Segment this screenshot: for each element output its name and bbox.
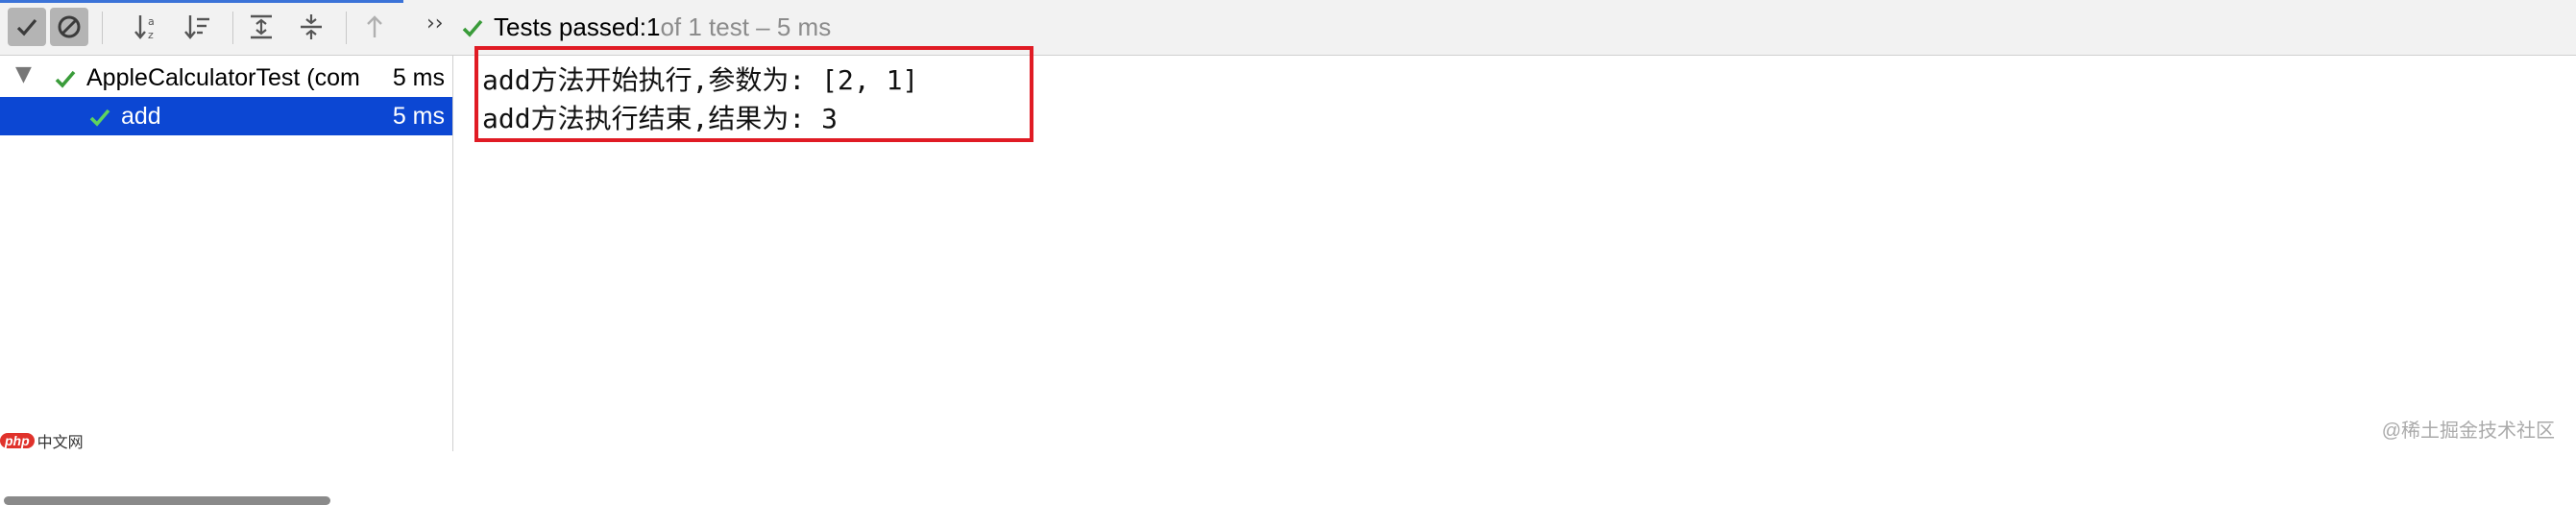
tree-item-label: AppleCalculatorTest (com xyxy=(86,63,360,91)
svg-text:a: a xyxy=(148,15,155,28)
expand-all-button[interactable] xyxy=(242,8,280,46)
toolbar-separator xyxy=(232,12,233,44)
no-entry-icon xyxy=(58,15,81,38)
horizontal-scrollbar[interactable] xyxy=(4,496,330,505)
watermark-left: php 中文网 xyxy=(0,430,84,451)
tree-item-add[interactable]: add 5 ms xyxy=(0,97,452,135)
more-actions-chevron[interactable]: ›› xyxy=(426,12,444,36)
toolbar-separator xyxy=(102,12,103,44)
collapse-all-button[interactable] xyxy=(292,8,330,46)
previous-failed-button[interactable] xyxy=(355,8,394,46)
tree-item-time: 5 ms xyxy=(392,63,445,91)
php-logo: php xyxy=(0,433,35,448)
tab-accent xyxy=(0,0,403,3)
svg-text:z: z xyxy=(148,29,154,41)
passed-check-icon xyxy=(89,108,110,127)
tree-item-label: add xyxy=(121,102,161,130)
status-count: 1 xyxy=(645,12,661,41)
sort-alpha-icon: a z xyxy=(134,15,155,41)
check-icon xyxy=(16,18,37,36)
collapse-all-icon xyxy=(301,14,322,39)
tree-item-suite[interactable]: ▼ AppleCalculatorTest (com 5 ms xyxy=(0,59,452,97)
show-ignored-button[interactable] xyxy=(50,8,88,46)
sort-duration-icon xyxy=(184,15,209,39)
test-tree: ▼ AppleCalculatorTest (com 5 ms add 5 ms xyxy=(0,56,453,505)
show-passed-button[interactable] xyxy=(8,8,46,46)
status-prefix: Tests passed: xyxy=(494,12,646,41)
arrow-up-icon xyxy=(367,15,382,37)
passed-check-icon xyxy=(55,70,76,88)
toolbar-separator xyxy=(346,12,347,44)
tree-item-time: 5 ms xyxy=(392,102,445,130)
watermark-left-text: 中文网 xyxy=(36,435,84,451)
highlight-annotation-box xyxy=(474,46,1033,142)
expand-arrow-icon[interactable]: ▼ xyxy=(15,62,32,86)
passed-check-icon xyxy=(462,19,483,37)
test-status: Tests passed: 1 of 1 test – 5 ms xyxy=(461,12,831,42)
watermark-right: @稀土掘金技术社区 xyxy=(2381,421,2555,442)
test-runner-toolbar: a z ›› Tests passed: 1 of 1 test – 5 ms xyxy=(0,0,2576,56)
expand-all-icon xyxy=(251,14,272,39)
sort-alphabetically-button[interactable]: a z xyxy=(129,8,167,46)
sort-by-duration-button[interactable] xyxy=(179,8,217,46)
status-rest: of 1 test – 5 ms xyxy=(660,12,832,41)
